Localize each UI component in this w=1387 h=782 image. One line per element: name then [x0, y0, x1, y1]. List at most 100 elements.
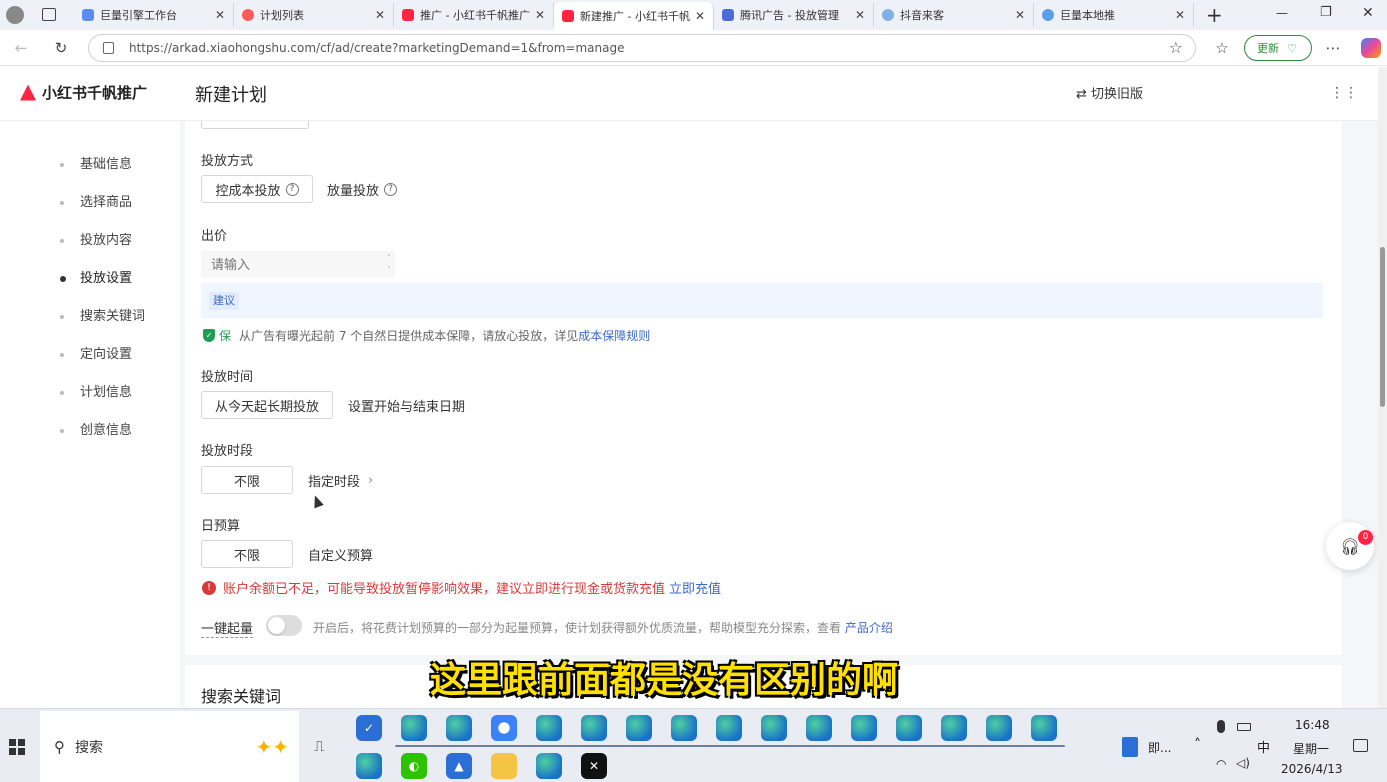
sidebar-item-delivery-settings[interactable]: 投放设置	[60, 267, 132, 286]
edge-window-icon[interactable]	[626, 715, 652, 741]
more-menu-icon[interactable]: ⋯	[1322, 37, 1344, 59]
file-explorer-icon[interactable]	[491, 753, 517, 779]
clock-weekday[interactable]: 星期一	[1293, 740, 1329, 757]
tab-close-icon[interactable]: ✕	[693, 9, 707, 23]
todo-app-icon[interactable]: ✓	[356, 715, 382, 741]
taskbar-search[interactable]: ⚲ 搜索 ✦✦	[40, 711, 299, 782]
sidebar-item-plan-info[interactable]: 计划信息	[60, 381, 132, 400]
switch-old-version-button[interactable]: ⇄ 切换旧版	[1076, 83, 1143, 102]
tray-expand-icon[interactable]: ˄	[1194, 737, 1201, 753]
edge-window-icon[interactable]	[536, 753, 562, 779]
edge-window-icon[interactable]	[806, 715, 832, 741]
edge-window-icon[interactable]	[851, 715, 877, 741]
clock-date[interactable]: 2026/4/13	[1281, 762, 1343, 776]
date-range-option[interactable]: 设置开始与结束日期	[348, 391, 465, 419]
tab-close-icon[interactable]: ✕	[1173, 8, 1187, 22]
edge-window-icon[interactable]	[896, 715, 922, 741]
copilot-icon[interactable]	[1361, 38, 1381, 58]
tab-juliang-workbench[interactable]: 巨量引擎工作台 ✕	[74, 3, 234, 27]
close-window-button[interactable]: ✕	[1362, 5, 1374, 21]
sidebar-item-select-product[interactable]: 选择商品	[60, 191, 132, 210]
option-label: 自定义预算	[308, 548, 374, 564]
sidebar-item-creative-info[interactable]: 创意信息	[60, 419, 132, 438]
update-button[interactable]: 更新 ♡	[1244, 35, 1312, 61]
url-field[interactable]: https://arkad.xiaohongshu.com/cf/ad/crea…	[88, 34, 1196, 62]
tab-close-icon[interactable]: ✕	[853, 8, 867, 22]
option-label: 控成本投放	[215, 183, 281, 199]
period-custom-option[interactable]: 指定时段 ›	[308, 466, 373, 494]
favorites-icon[interactable]: ☆	[1211, 37, 1233, 59]
tab-close-icon[interactable]: ✕	[373, 8, 387, 22]
edge-window-icon[interactable]	[671, 715, 697, 741]
help-icon[interactable]: ?	[384, 182, 398, 196]
tray-app-label[interactable]: 即...	[1148, 739, 1171, 756]
edge-window-icon[interactable]	[581, 715, 607, 741]
boost-toggle[interactable]	[266, 615, 302, 636]
help-icon[interactable]: ?	[285, 182, 299, 196]
favorite-star-icon[interactable]: ☆	[1169, 38, 1183, 57]
clock-time[interactable]: 16:48	[1295, 718, 1330, 732]
scrollbar-thumb[interactable]	[1380, 247, 1385, 407]
edge-window-icon[interactable]	[1031, 715, 1057, 741]
edge-window-icon[interactable]	[941, 715, 967, 741]
cost-guarantee-note: ✓ 保 从广告有曝光起前 7 个自然日提供成本保障，请放心投放，详见 成本保障规…	[203, 327, 650, 344]
new-tab-button[interactable]: +	[1206, 3, 1223, 27]
sidebar-item-keywords[interactable]: 搜索关键词	[60, 305, 145, 324]
tab-actions-icon[interactable]	[42, 8, 56, 21]
period-unlimited-option[interactable]: 不限	[201, 466, 293, 494]
edge-ai-icon[interactable]	[446, 715, 472, 741]
tab-tencent-ads[interactable]: 腾讯广告 - 投放管理 ✕	[714, 3, 874, 27]
site-info-icon[interactable]	[103, 42, 114, 54]
feishu-meeting-icon[interactable]: ▲	[446, 753, 472, 779]
sidebar-item-content[interactable]: 投放内容	[60, 229, 132, 248]
bid-input[interactable]	[201, 251, 395, 277]
budget-unlimited-option[interactable]: 不限	[201, 540, 293, 568]
edge-window-icon[interactable]	[716, 715, 742, 741]
windows-start-icon[interactable]	[9, 739, 25, 755]
bid-stepper[interactable]: ˄ ˅	[384, 252, 394, 276]
recharge-link[interactable]: 立即充值	[669, 578, 721, 597]
brand-logo[interactable]: 小红书千帆推广	[20, 82, 147, 103]
sidebar-item-basic-info[interactable]: 基础信息	[60, 153, 132, 172]
edge-browser-icon[interactable]	[401, 715, 427, 741]
minimize-button[interactable]: —	[1276, 6, 1288, 20]
nav-label: 创意信息	[80, 423, 133, 438]
edge-dev-icon[interactable]	[491, 715, 517, 741]
tab-plan-list[interactable]: 计划列表 ✕	[234, 3, 394, 27]
product-intro-link[interactable]: 产品介绍	[845, 621, 893, 635]
cost-control-option[interactable]: 控成本投放 ?	[201, 175, 313, 203]
sidebar-item-targeting[interactable]: 定向设置	[60, 343, 132, 362]
wechat-icon[interactable]: ◐	[401, 753, 427, 779]
capcut-icon[interactable]: ✕	[581, 753, 607, 779]
tab-juliang-local[interactable]: 巨量本地推 ✕	[1034, 3, 1194, 27]
app-grid-icon[interactable]: ⋮⋮	[1330, 85, 1358, 101]
brand-name: 小红书千帆推广	[42, 84, 148, 102]
edge-window-icon[interactable]	[536, 715, 562, 741]
task-view-icon[interactable]: ⎍	[314, 737, 325, 755]
tab-douyin-laike[interactable]: 抖音来客 ✕	[874, 3, 1034, 27]
microphone-icon[interactable]	[1217, 720, 1225, 733]
reload-icon[interactable]: ↻	[50, 37, 72, 59]
maximize-button[interactable]: ❐	[1320, 5, 1332, 20]
edge-window-icon[interactable]	[356, 753, 382, 779]
edge-window-icon[interactable]	[986, 715, 1012, 741]
battery-icon[interactable]	[1237, 723, 1251, 731]
back-icon[interactable]: ←	[10, 37, 32, 59]
volume-icon[interactable]: ◁)	[1236, 756, 1250, 770]
nav-label: 搜索关键词	[80, 309, 146, 324]
tab-close-icon[interactable]: ✕	[213, 8, 227, 22]
ime-indicator[interactable]: 中	[1257, 737, 1270, 756]
profile-icon[interactable]	[6, 6, 24, 24]
tab-xhs-promotion[interactable]: 推广 - 小红书千帆推广 ✕	[394, 3, 554, 27]
tray-app-icon[interactable]	[1122, 737, 1138, 757]
notification-icon[interactable]	[1353, 739, 1368, 752]
guarantee-rules-link[interactable]: 成本保障规则	[578, 327, 650, 344]
long-term-option[interactable]: 从今天起长期投放	[201, 391, 333, 419]
edge-window-icon[interactable]	[761, 715, 787, 741]
budget-custom-option[interactable]: 自定义预算	[308, 540, 373, 568]
tab-xhs-new-promotion[interactable]: 新建推广 - 小红书千帆 ✕	[554, 2, 714, 30]
wifi-icon[interactable]: ◠	[1216, 757, 1226, 771]
tab-close-icon[interactable]: ✕	[1013, 8, 1027, 22]
volume-option[interactable]: 放量投放 ?	[327, 175, 398, 203]
tab-close-icon[interactable]: ✕	[533, 8, 547, 22]
